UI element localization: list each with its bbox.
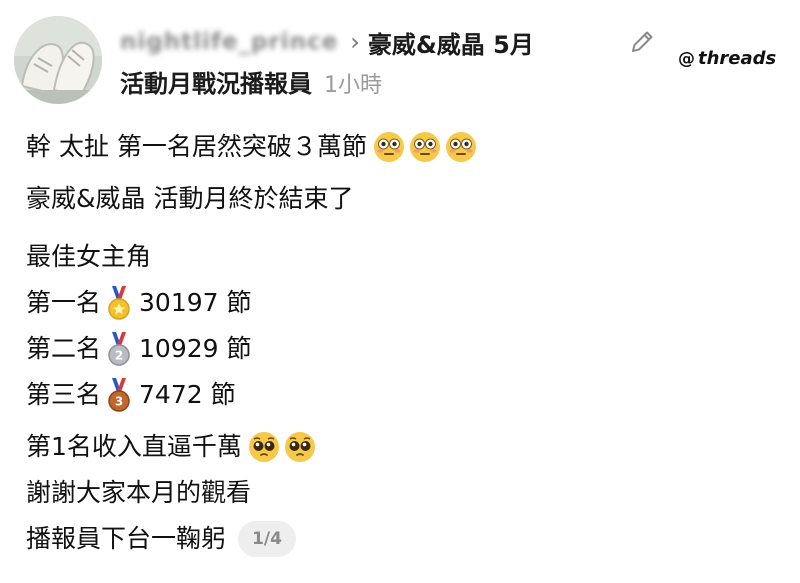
page-indicator[interactable]: 1/4 — [238, 521, 297, 557]
rank-value: 30197 節 — [139, 288, 252, 317]
flushed-face-emoji-icon — [409, 132, 440, 162]
post-text: 播報員下台一鞠躬 — [26, 524, 227, 553]
chevron-right-icon: › — [350, 28, 360, 56]
post-line: 豪威&威晶 活動月終於結束了 — [26, 176, 786, 222]
avatar-image — [14, 16, 102, 104]
silver-medal-icon: 2 — [108, 332, 130, 366]
post-text: 第1名收入直逼千萬 — [26, 432, 242, 461]
rank-value: 7472 節 — [139, 380, 236, 409]
emoji-group — [373, 131, 481, 163]
username[interactable]: nightlife_prince — [120, 29, 338, 55]
post-body: 幹 太扯 第一名居然突破３萬節 豪威&威晶 活動月終於結束了 最佳女主角 第一名… — [26, 124, 786, 562]
post-line: 幹 太扯 第一名居然突破３萬節 — [26, 124, 786, 170]
post-text: 謝謝大家本月的觀看 — [26, 478, 252, 507]
post-text: 豪威&威晶 活動月終於結束了 — [26, 184, 354, 213]
post-timestamp: 1小時 — [324, 73, 382, 98]
post-line: 第1名收入直逼千萬 — [26, 424, 786, 470]
post-line: 播報員下台一鞠躬 1/4 — [26, 516, 786, 562]
gold-medal-icon — [108, 286, 130, 320]
post-text: 幹 太扯 第一名居然突破３萬節 — [26, 132, 367, 161]
rank-label: 第一名 — [26, 288, 102, 317]
svg-text:3: 3 — [115, 395, 123, 409]
emoji-group — [248, 431, 320, 463]
post-header: nightlife_prince › 豪威&威晶 5月 活動月戰況播報員 1小時 — [120, 22, 660, 104]
threads-watermark: @ threads — [678, 48, 776, 69]
group-name-link[interactable]: 豪威&威晶 5月 — [368, 25, 534, 60]
threads-wordmark: threads — [698, 48, 777, 69]
flushed-face-emoji-icon — [445, 132, 476, 162]
flushed-face-emoji-icon — [373, 132, 404, 162]
post-line: 謝謝大家本月的觀看 — [26, 470, 786, 516]
edit-button[interactable] — [622, 22, 662, 62]
rank-value: 10929 節 — [139, 334, 252, 363]
bronze-medal-icon: 3 — [108, 378, 130, 412]
ranking-row: 第三名 3 7472 節 — [26, 372, 786, 418]
pleading-face-emoji-icon — [248, 432, 279, 462]
post-heading: 最佳女主角 — [26, 242, 152, 271]
ranking-row: 第一名 30197 節 — [26, 280, 786, 326]
avatar[interactable] — [14, 16, 102, 104]
pleading-face-emoji-icon — [284, 432, 315, 462]
ranking-row: 第二名 2 10929 節 — [26, 326, 786, 372]
svg-text:2: 2 — [115, 349, 123, 363]
post-line: 最佳女主角 — [26, 234, 786, 280]
rank-label: 第三名 — [26, 380, 102, 409]
rank-label: 第二名 — [26, 334, 102, 363]
post-subtitle: 活動月戰況播報員 — [120, 70, 312, 98]
pencil-icon — [632, 31, 653, 52]
threads-logo-icon: @ — [678, 48, 695, 69]
